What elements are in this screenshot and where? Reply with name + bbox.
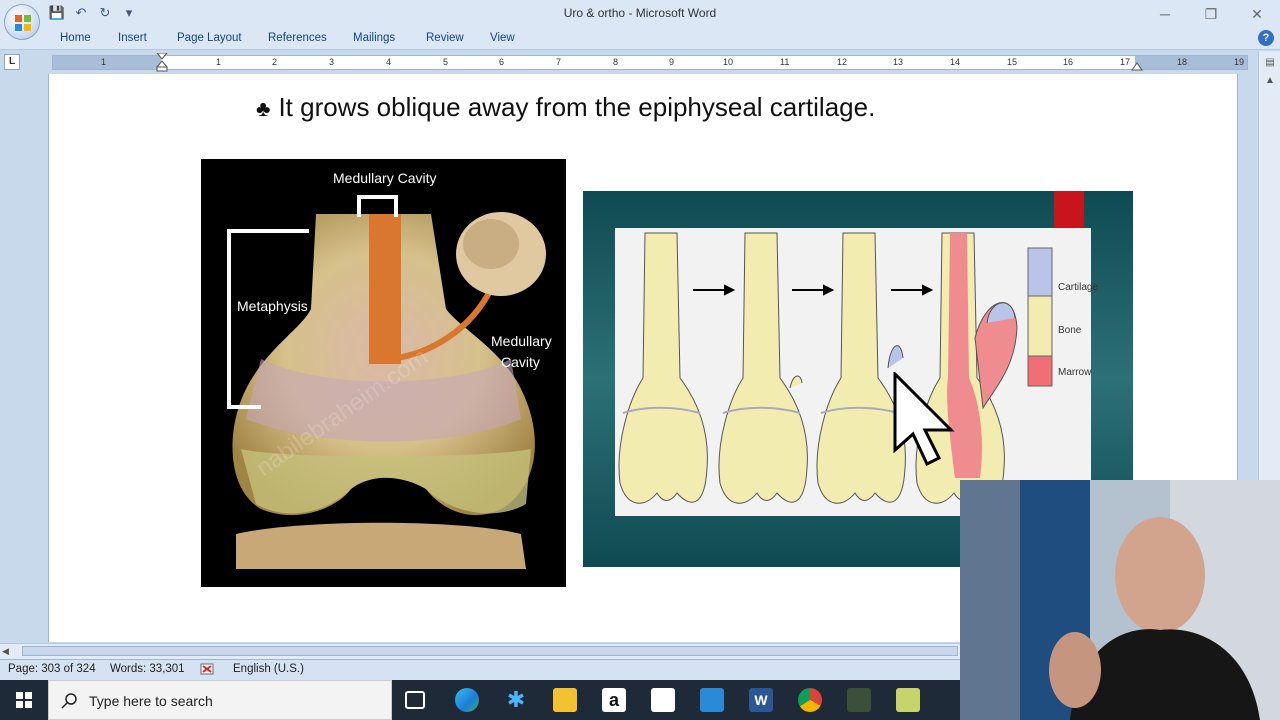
tab-selector-button[interactable]: L (4, 54, 20, 70)
label-medullary-cavity-top: Medullary Cavity (333, 170, 437, 186)
search-icon (61, 693, 77, 709)
ruler-number: 16 (1063, 57, 1074, 67)
heading-text: It grows oblique away from the epiphysea… (278, 92, 876, 122)
office-button[interactable] (4, 4, 40, 40)
horizontal-ruler[interactable]: 1 1 2 3 4 5 6 7 8 9 10 11 12 13 14 15 16… (52, 53, 1248, 73)
ruler-row: L 1 1 2 3 4 5 6 7 8 9 10 11 12 13 14 15 … (0, 51, 1280, 73)
title-bar: 💾 ↶ ↻ ▾ Uro & ortho - Microsoft Word ─ ❐… (0, 0, 1280, 28)
tab-home[interactable]: Home (60, 32, 91, 44)
mouse-cursor-icon (893, 372, 955, 467)
minimize-button[interactable]: ─ (1142, 0, 1188, 28)
ruler-number: 3 (329, 57, 335, 67)
ruler-number: 17 (1120, 57, 1131, 67)
ruler-number: 15 (1007, 57, 1018, 67)
bone-metaphysis-image[interactable]: Medullary Cavity Metaphysis Medullary Ca… (201, 159, 566, 587)
chrome-icon[interactable] (798, 688, 822, 712)
ruler-number: 8 (613, 57, 619, 67)
label-metaphysis: Metaphysis (237, 298, 308, 314)
edge-icon[interactable] (455, 688, 479, 712)
office-logo-icon (15, 15, 31, 31)
presenter-video (960, 480, 1280, 720)
right-indent-marker-icon[interactable] (1131, 60, 1143, 72)
ruler-number: 18 (1177, 57, 1188, 67)
restore-button[interactable]: ❐ (1188, 0, 1234, 28)
horizontal-scrollbar[interactable]: ◀ (0, 643, 960, 659)
ruler-number: 13 (893, 57, 904, 67)
ruler-number: 12 (837, 57, 848, 67)
tab-view[interactable]: View (490, 32, 515, 44)
language-indicator[interactable]: English (U.S.) (233, 663, 304, 675)
ruler-right-margin (1135, 56, 1247, 69)
ruler-number: 9 (669, 57, 675, 67)
ruler-number: 10 (723, 57, 734, 67)
ruler-left-margin (53, 56, 161, 69)
label-cavity: Cavity (501, 354, 540, 370)
proofing-icon[interactable] (200, 663, 216, 677)
word-count[interactable]: Words: 33,301 (110, 663, 185, 675)
horizontal-scroll-thumb[interactable] (22, 646, 958, 656)
ruler-number: 11 (780, 57, 790, 67)
tab-review[interactable]: Review (426, 32, 464, 44)
ruler-number: 4 (386, 57, 392, 67)
file-explorer-icon[interactable] (553, 688, 577, 712)
label-medullary: Medullary (491, 333, 552, 349)
ruler-number: 14 (950, 57, 961, 67)
windows-start-icon[interactable] (0, 680, 48, 720)
ruler-number: 2 (272, 57, 278, 67)
legend-bone: Bone (1058, 325, 1082, 336)
ruler-number: 1 (101, 57, 107, 67)
window-controls: ─ ❐ ✕ (1142, 0, 1280, 28)
close-button[interactable]: ✕ (1234, 0, 1280, 28)
search-placeholder: Type here to search (89, 693, 213, 709)
legend-cartilage: Cartilage (1058, 282, 1099, 293)
ruler-number: 5 (443, 57, 449, 67)
growth-stages-diagram (615, 228, 1091, 516)
taskbar-search-box[interactable]: Type here to search (48, 680, 392, 720)
webcam-overlay (960, 480, 1280, 720)
status-bar: Page: 303 of 324 Words: 33,301 English (… (0, 659, 960, 680)
ribbon-tabs: Home Insert Page Layout References Maili… (0, 28, 1280, 50)
word-icon[interactable]: W (749, 688, 773, 712)
club-bullet-icon: ♣ (256, 96, 271, 121)
mail-icon[interactable] (700, 688, 724, 712)
amazon-icon[interactable]: a (602, 688, 626, 712)
tab-page-layout[interactable]: Page Layout (177, 32, 242, 44)
ruler-number: 6 (499, 57, 505, 67)
left-margin-area (0, 74, 46, 642)
document-heading: ♣ It grows oblique away from the epiphyse… (256, 92, 875, 123)
notes-icon[interactable] (896, 688, 920, 712)
task-view-icon[interactable] (405, 691, 425, 709)
tab-mailings[interactable]: Mailings (353, 32, 395, 44)
ruler-number: 19 (1234, 57, 1245, 67)
red-corner-block (1054, 191, 1084, 228)
tab-references[interactable]: References (268, 32, 327, 44)
view-ruler-icon[interactable]: ▤ (1262, 57, 1278, 71)
window-title: Uro & ortho - Microsoft Word (563, 6, 717, 20)
scroll-up-icon[interactable]: ▲ (1262, 75, 1278, 89)
page-count[interactable]: Page: 303 of 324 (8, 663, 96, 675)
indent-marker-icon[interactable] (156, 53, 168, 73)
help-icon[interactable]: ? (1258, 30, 1274, 46)
bluetooth-icon[interactable]: ✱ (504, 688, 528, 712)
ruler-number: 7 (556, 57, 562, 67)
legend-marrow: Marrow (1058, 367, 1092, 378)
ruler-number: 1 (216, 57, 222, 67)
scroll-left-icon[interactable]: ◀ (2, 646, 9, 657)
tab-insert[interactable]: Insert (118, 32, 147, 44)
store-icon[interactable] (651, 688, 675, 712)
camera-app-icon[interactable] (847, 688, 871, 712)
